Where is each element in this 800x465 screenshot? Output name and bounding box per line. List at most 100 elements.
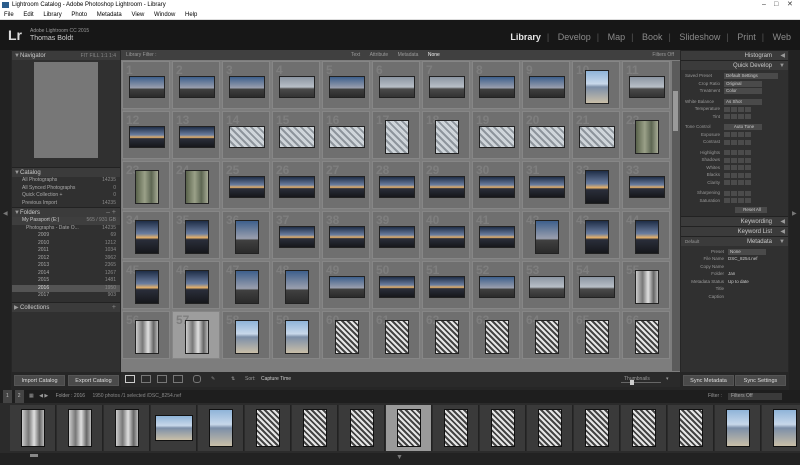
photo-thumbnail[interactable] bbox=[629, 176, 665, 198]
filmstrip-source[interactable]: Folder : 2016 bbox=[56, 393, 85, 399]
close-icon[interactable]: ✕ bbox=[787, 0, 793, 10]
metadata-field-value[interactable]: Jan bbox=[728, 270, 735, 278]
navigator-preview[interactable] bbox=[34, 62, 98, 158]
grid-cell[interactable]: 4 bbox=[272, 61, 320, 109]
filmstrip-cell[interactable] bbox=[762, 405, 800, 451]
module-map[interactable]: Map bbox=[605, 32, 629, 42]
minimize-icon[interactable]: – bbox=[762, 0, 766, 10]
grid-cell[interactable]: 52 bbox=[472, 261, 520, 309]
photo-thumbnail[interactable] bbox=[329, 276, 365, 298]
menu-view[interactable]: View bbox=[131, 12, 144, 18]
zoom-1-1[interactable]: 1:1 bbox=[101, 53, 108, 59]
photo-thumbnail[interactable] bbox=[185, 320, 209, 354]
drive-row[interactable]: My Passport (E:) 565 / 931 GB bbox=[12, 217, 120, 225]
photo-thumbnail[interactable] bbox=[579, 276, 615, 298]
module-library[interactable]: Library bbox=[507, 32, 544, 42]
grid-cell[interactable]: 5 bbox=[322, 61, 370, 109]
photo-thumbnail[interactable] bbox=[379, 276, 415, 298]
add-collection-icon[interactable]: + bbox=[112, 303, 116, 313]
photo-thumbnail[interactable] bbox=[429, 276, 465, 298]
photo-thumbnail[interactable] bbox=[485, 320, 509, 354]
grid-cell[interactable]: 40 bbox=[422, 211, 470, 259]
filmstrip-cell[interactable] bbox=[57, 405, 103, 451]
photo-thumbnail[interactable] bbox=[479, 76, 515, 98]
grid-cell[interactable]: 58 bbox=[222, 311, 270, 359]
filmstrip-cell[interactable] bbox=[10, 405, 56, 451]
grid-cell[interactable]: 13 bbox=[172, 111, 220, 159]
photo-thumbnail[interactable] bbox=[135, 320, 159, 354]
photo-thumbnail[interactable] bbox=[335, 320, 359, 354]
reset-all-button[interactable]: Reset All bbox=[735, 207, 767, 213]
treatment-dropdown[interactable]: Color bbox=[724, 88, 762, 94]
filmstrip-thumbnail[interactable] bbox=[303, 409, 327, 447]
grid-icon[interactable]: ▦ bbox=[29, 393, 34, 399]
grid-cell[interactable]: 23 bbox=[122, 161, 170, 209]
folder-item[interactable]: 2017 903 bbox=[12, 292, 120, 300]
filmstrip-scroll-thumb[interactable] bbox=[30, 454, 38, 457]
histogram-header[interactable]: Histogram ◀ bbox=[681, 50, 788, 60]
menu-edit[interactable]: Edit bbox=[23, 12, 33, 18]
slider-buttons[interactable] bbox=[724, 139, 752, 145]
page-2-button[interactable]: 2 bbox=[14, 390, 24, 403]
photo-thumbnail[interactable] bbox=[585, 170, 609, 204]
filters-off-dropdown[interactable]: Filters Off bbox=[652, 50, 674, 60]
menu-photo[interactable]: Photo bbox=[71, 12, 87, 18]
photo-thumbnail[interactable] bbox=[435, 120, 459, 154]
grid-cell[interactable]: 10 bbox=[572, 61, 620, 109]
grid-cell[interactable]: 44 bbox=[622, 211, 670, 259]
thumbnail-size-slider[interactable] bbox=[621, 382, 661, 383]
photo-thumbnail[interactable] bbox=[535, 320, 559, 354]
photo-thumbnail[interactable] bbox=[229, 126, 265, 148]
photo-thumbnail[interactable] bbox=[179, 76, 215, 98]
filmstrip-cell[interactable] bbox=[292, 405, 338, 451]
grid-cell[interactable]: 59 bbox=[272, 311, 320, 359]
photo-thumbnail[interactable] bbox=[129, 126, 165, 148]
grid-cell[interactable]: 53 bbox=[522, 261, 570, 309]
slider-buttons[interactable] bbox=[724, 198, 752, 203]
photo-thumbnail[interactable] bbox=[279, 126, 315, 148]
grid-cell[interactable]: 14 bbox=[222, 111, 270, 159]
grid-cell[interactable]: 12 bbox=[122, 111, 170, 159]
photo-thumbnail[interactable] bbox=[229, 76, 265, 98]
photo-thumbnail[interactable] bbox=[579, 126, 615, 148]
menu-file[interactable]: File bbox=[4, 12, 14, 18]
grid-cell[interactable]: 51 bbox=[422, 261, 470, 309]
zoom-fill[interactable]: FILL bbox=[89, 53, 99, 59]
grid-cell[interactable]: 37 bbox=[272, 211, 320, 259]
photo-thumbnail[interactable] bbox=[529, 76, 565, 98]
module-print[interactable]: Print bbox=[734, 32, 759, 42]
grid-cell[interactable]: 7 bbox=[422, 61, 470, 109]
photo-thumbnail[interactable] bbox=[385, 120, 409, 154]
photo-thumbnail[interactable] bbox=[329, 226, 365, 248]
grid-cell[interactable]: 65 bbox=[572, 311, 620, 359]
folder-item[interactable]: 2015 1481 bbox=[12, 277, 120, 285]
photo-thumbnail[interactable] bbox=[635, 270, 659, 304]
menu-window[interactable]: Window bbox=[154, 12, 175, 18]
filmstrip-cell[interactable] bbox=[574, 405, 620, 451]
slider-buttons[interactable] bbox=[724, 165, 752, 170]
import-catalog-button[interactable]: Import Catalog bbox=[14, 375, 65, 386]
module-develop[interactable]: Develop bbox=[555, 32, 594, 42]
photo-thumbnail[interactable] bbox=[235, 270, 259, 304]
grid-cell[interactable]: 39 bbox=[372, 211, 420, 259]
grid-cell[interactable]: 11 bbox=[622, 61, 670, 109]
filter-tab-metadata[interactable]: Metadata bbox=[394, 52, 423, 58]
filmstrip-cell[interactable] bbox=[386, 405, 432, 451]
sort-dropdown[interactable]: Capture Time bbox=[261, 372, 291, 387]
filmstrip-thumbnail[interactable] bbox=[21, 409, 45, 447]
menu-library[interactable]: Library bbox=[43, 12, 61, 18]
grid-cell[interactable]: 38 bbox=[322, 211, 370, 259]
slider-buttons[interactable] bbox=[724, 190, 752, 196]
zoom-fit[interactable]: FIT bbox=[81, 53, 88, 59]
wb-dropdown[interactable]: As Shot bbox=[724, 98, 762, 105]
photo-thumbnail[interactable] bbox=[285, 320, 309, 354]
grid-cell[interactable]: 41 bbox=[472, 211, 520, 259]
forward-arrow-icon[interactable]: ▶ bbox=[44, 393, 48, 399]
grid-cell[interactable]: 26 bbox=[272, 161, 320, 209]
photo-thumbnail[interactable] bbox=[329, 126, 365, 148]
grid-cell[interactable]: 32 bbox=[572, 161, 620, 209]
folders-header[interactable]: ▼ Folders – + bbox=[12, 207, 120, 217]
filmstrip-thumbnail[interactable] bbox=[585, 409, 609, 447]
keyword-list-header[interactable]: Keyword List ◀ bbox=[681, 225, 788, 236]
grid-cell[interactable]: 48 bbox=[272, 261, 320, 309]
